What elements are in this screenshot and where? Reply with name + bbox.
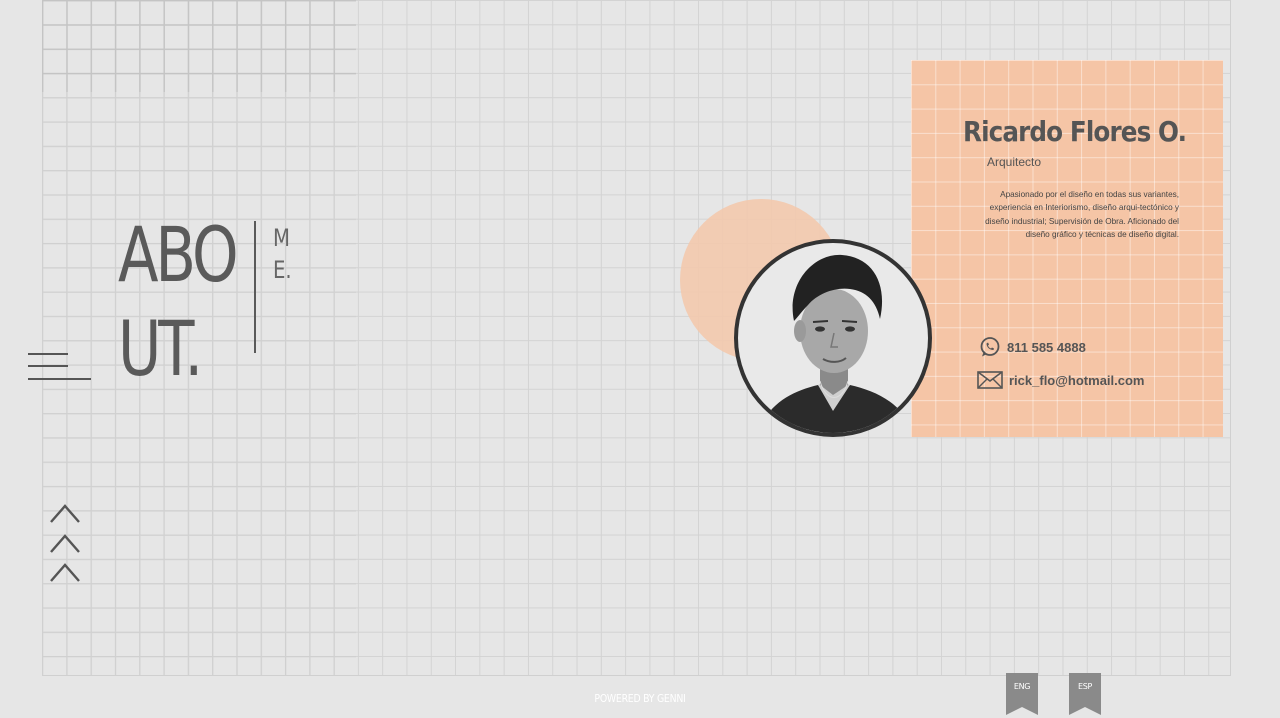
contact-phone[interactable]: 811 585 4888 xyxy=(979,336,1086,358)
chevron-up-icon xyxy=(50,504,80,582)
profile-photo xyxy=(734,239,932,437)
me-subheading: M E. xyxy=(273,222,292,286)
contact-phone-text: 811 585 4888 xyxy=(1007,339,1086,355)
language-eng-button[interactable]: ENG xyxy=(1006,673,1038,715)
profile-card: Ricardo Flores O. Arquitecto Apasionado … xyxy=(911,60,1223,437)
whatsapp-icon xyxy=(979,336,1001,358)
background-grid-top-strip xyxy=(42,0,356,92)
scroll-up-button[interactable] xyxy=(48,500,84,590)
profile-name: Ricardo Flores O. xyxy=(963,115,1187,148)
heading-divider xyxy=(254,221,256,353)
contact-email[interactable]: rick_flo@hotmail.com xyxy=(977,371,1144,389)
person-portrait-icon xyxy=(758,254,913,433)
envelope-icon xyxy=(977,371,1003,389)
bookmark-ribbon-icon xyxy=(1006,673,1038,715)
about-heading-line2: UT. xyxy=(118,304,203,393)
contact-email-text: rick_flo@hotmail.com xyxy=(1009,372,1145,388)
profile-role: Arquitecto xyxy=(987,155,1042,169)
me-letter-m: M xyxy=(273,224,290,252)
language-esp-button[interactable]: ESP xyxy=(1069,673,1101,715)
bookmark-ribbon-icon xyxy=(1069,673,1101,715)
profile-bio: Apasionado por el diseño en todas sus va… xyxy=(985,190,1179,239)
language-eng-label: ENG xyxy=(1013,682,1031,691)
about-heading: ABO UT. xyxy=(118,208,239,396)
menu-button[interactable] xyxy=(28,350,92,384)
about-heading-line1: ABO xyxy=(118,210,239,299)
about-page: ABO UT. M E. Ricardo Flores O. Arquitect… xyxy=(0,0,1280,718)
me-letter-e: E. xyxy=(273,256,292,284)
language-esp-label: ESP xyxy=(1077,682,1093,691)
